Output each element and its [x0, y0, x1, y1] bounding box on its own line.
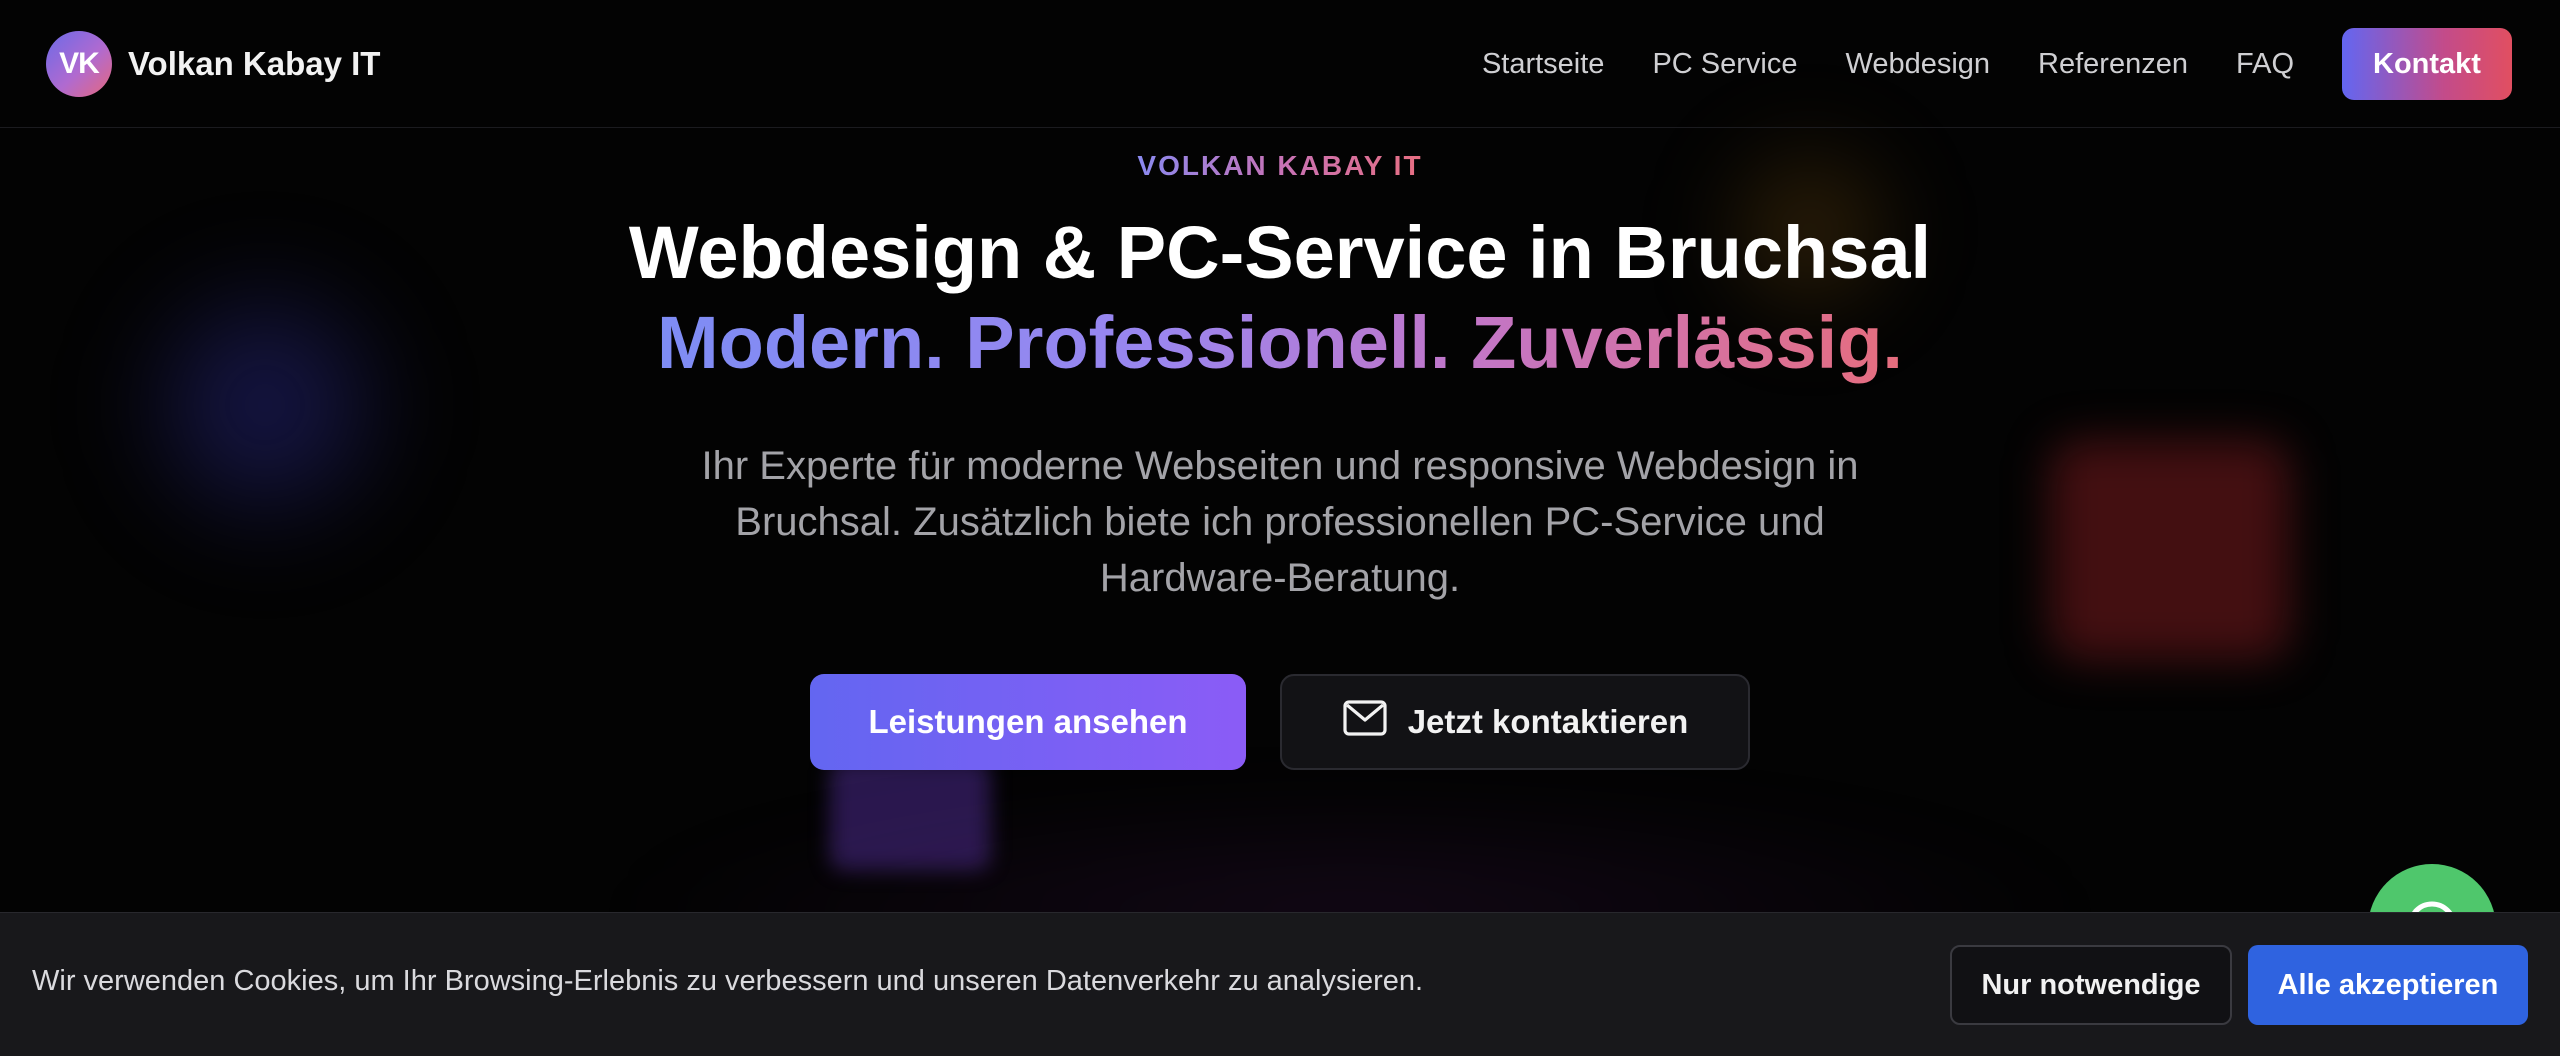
hero-actions: Leistungen ansehen Jetzt kontaktieren [0, 674, 2560, 770]
nav-link-startseite[interactable]: Startseite [1482, 48, 1605, 81]
background-glow-purple [830, 760, 990, 870]
nav-link-referenzen[interactable]: Referenzen [2038, 48, 2188, 81]
nav-link-webdesign[interactable]: Webdesign [1845, 48, 1990, 81]
main-nav: Startseite PC Service Webdesign Referenz… [1482, 28, 2512, 100]
mail-icon [1342, 699, 1388, 745]
necessary-only-button[interactable]: Nur notwendige [1950, 945, 2232, 1025]
cookie-message: Wir verwenden Cookies, um Ihr Browsing-E… [32, 965, 1424, 997]
hero-tagline: Modern. Professionell. Zuverlässig. [657, 298, 1903, 388]
logo[interactable]: VK Volkan Kabay IT [46, 31, 380, 97]
hero-eyebrow: VOLKAN KABAY IT [1137, 150, 1423, 181]
site-header: VK Volkan Kabay IT Startseite PC Service… [0, 0, 2560, 128]
brand-name: Volkan Kabay IT [128, 45, 381, 82]
contact-button[interactable]: Kontakt [2342, 28, 2512, 100]
hero-section: VOLKAN KABAY IT Webdesign & PC-Service i… [0, 150, 2560, 770]
hero-title: Webdesign & PC-Service in Bruchsal [628, 211, 1932, 294]
contact-now-label: Jetzt kontaktieren [1407, 703, 1689, 740]
contact-now-button[interactable]: Jetzt kontaktieren [1280, 674, 1750, 770]
accept-all-button[interactable]: Alle akzeptieren [2248, 945, 2528, 1025]
nav-link-faq[interactable]: FAQ [2236, 48, 2294, 81]
view-services-button[interactable]: Leistungen ansehen [810, 674, 1246, 770]
nav-link-pc-service[interactable]: PC Service [1652, 48, 1797, 81]
hero-description: Ihr Experte für moderne Webseiten und re… [701, 444, 1859, 600]
logo-mark: VK [46, 31, 112, 97]
cookie-banner: Wir verwenden Cookies, um Ihr Browsing-E… [0, 912, 2560, 1056]
